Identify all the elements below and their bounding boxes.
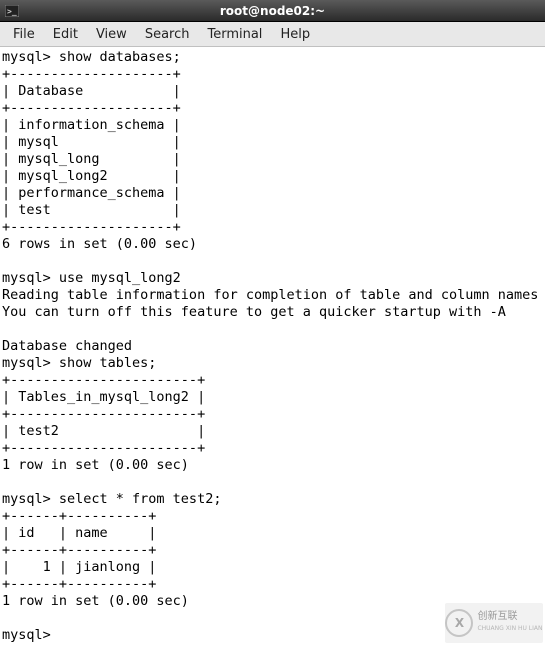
menu-search[interactable]: Search <box>136 24 199 45</box>
window-titlebar: >_ root@node02:~ <box>0 0 545 22</box>
watermark-text: 创新互联 CHUANG XIN HU LIAN <box>477 611 542 635</box>
terminal-output[interactable]: mysql> show databases; +----------------… <box>0 47 545 645</box>
menu-help[interactable]: Help <box>271 24 319 45</box>
window-title: root@node02:~ <box>220 4 325 18</box>
terminal-icon: >_ <box>4 3 20 19</box>
svg-text:>_: >_ <box>7 7 17 16</box>
menubar: File Edit View Search Terminal Help <box>0 22 545 47</box>
watermark: X 创新互联 CHUANG XIN HU LIAN <box>445 603 543 643</box>
menu-terminal[interactable]: Terminal <box>198 24 271 45</box>
watermark-logo-icon: X <box>445 609 473 637</box>
menu-view[interactable]: View <box>87 24 136 45</box>
menu-file[interactable]: File <box>4 24 44 45</box>
watermark-line2: CHUANG XIN HU LIAN <box>477 623 542 635</box>
menu-edit[interactable]: Edit <box>44 24 87 45</box>
watermark-line1: 创新互联 <box>477 611 542 623</box>
